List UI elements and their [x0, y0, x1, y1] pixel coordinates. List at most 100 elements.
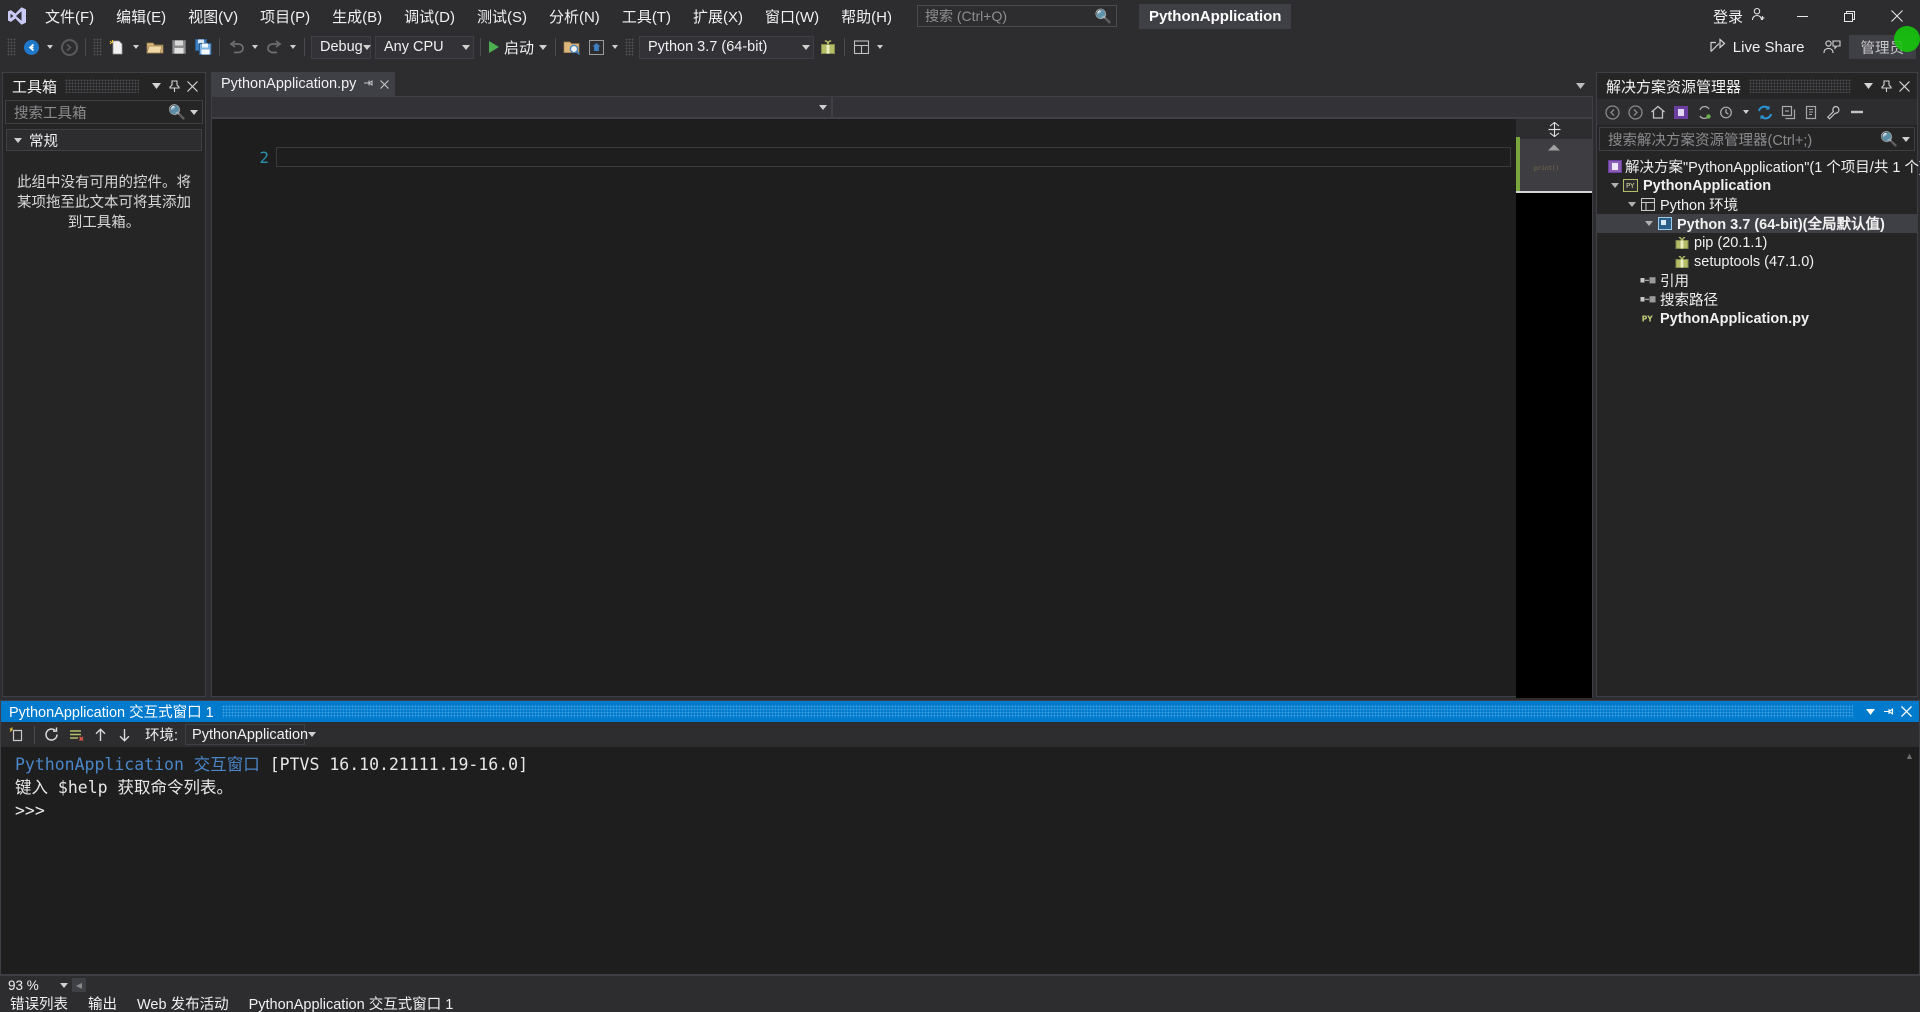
drag-handle[interactable]	[1749, 79, 1851, 93]
menu-view[interactable]: 视图(V)	[177, 0, 249, 32]
refresh-icon[interactable]	[1754, 101, 1776, 123]
clear-screen-icon[interactable]	[6, 724, 28, 745]
preview-selected-icon[interactable]	[1846, 101, 1868, 123]
menu-project[interactable]: 项目(P)	[249, 0, 321, 32]
pin-icon[interactable]	[1879, 702, 1897, 722]
status-tab-error-list[interactable]: 错误列表	[0, 994, 78, 1012]
chevron-down-icon[interactable]	[1576, 76, 1585, 93]
menu-test[interactable]: 测试(S)	[466, 0, 538, 32]
solution-explorer-search-input[interactable]: 搜索解决方案资源管理器(Ctrl+;) 🔍	[1599, 127, 1915, 151]
editor-glyph-margin[interactable]	[212, 119, 226, 696]
menu-edit[interactable]: 编辑(E)	[105, 0, 177, 32]
tree-item-python-37-interpreter[interactable]: Python 3.7 (64-bit)(全局默认值)	[1597, 214, 1917, 233]
status-tab-output[interactable]: 输出	[78, 994, 127, 1012]
menu-tools[interactable]: 工具(T)	[611, 0, 682, 32]
editor-vertical-scrollbar[interactable]: print()	[1516, 119, 1592, 698]
interactive-window-scrollbar[interactable]: ▲	[1901, 747, 1918, 973]
tree-item-python-environments[interactable]: Python 环境	[1597, 195, 1917, 214]
attach-process-icon[interactable]	[560, 35, 584, 59]
close-icon[interactable]	[380, 76, 390, 92]
solution-platform-combo[interactable]: Any CPU	[375, 35, 474, 59]
minimize-button[interactable]	[1779, 0, 1826, 32]
toolbox-group-general[interactable]: 常规	[6, 129, 202, 151]
pending-changes-icon[interactable]	[1716, 101, 1738, 123]
close-icon[interactable]	[1895, 76, 1913, 96]
code-editor[interactable]: 2 print()	[211, 118, 1593, 698]
navbar-secondary-combo[interactable]	[832, 96, 1593, 118]
undo-dropdown-icon[interactable]	[252, 45, 258, 49]
navigate-forward-icon[interactable]	[57, 35, 81, 59]
scroll-up-icon[interactable]: ▲	[1901, 747, 1918, 764]
collapse-all-icon[interactable]	[1777, 101, 1799, 123]
tree-item-solution[interactable]: 解决方案"PythonApplication"(1 个项目/共 1 个)	[1597, 157, 1920, 176]
status-tab-web-publish-activity[interactable]: Web 发布活动	[127, 994, 239, 1012]
redo-icon[interactable]	[262, 35, 286, 59]
window-layout-dropdown-icon[interactable]	[877, 45, 884, 49]
toolbar-grip-3[interactable]	[625, 38, 635, 56]
tree-expander[interactable]	[1642, 221, 1655, 226]
menu-debug[interactable]: 调试(D)	[393, 0, 466, 32]
new-file-icon[interactable]	[105, 35, 129, 59]
drag-handle[interactable]	[65, 79, 139, 93]
solution-configuration-combo[interactable]: Debug	[311, 35, 371, 59]
tree-item-setuptools-package[interactable]: setuptools (47.1.0)	[1597, 252, 1917, 271]
navigate-back-icon[interactable]	[19, 35, 43, 59]
navbar-members-combo[interactable]	[211, 96, 832, 118]
pin-icon[interactable]	[1877, 76, 1895, 96]
toolbox-search-input[interactable]: 搜索工具箱 🔍	[5, 100, 203, 124]
tree-item-search-paths[interactable]: 搜索路径	[1597, 290, 1917, 309]
environment-combo[interactable]: PythonApplication	[185, 724, 317, 745]
reset-icon[interactable]	[41, 724, 63, 745]
history-next-icon[interactable]	[113, 724, 135, 745]
redo-dropdown-icon[interactable]	[290, 45, 296, 49]
interactive-window-output[interactable]: PythonApplication 交互窗口 [PTVS 16.10.21111…	[1, 747, 1919, 974]
quick-launch-search[interactable]: 搜索 (Ctrl+Q) 🔍	[916, 5, 1117, 27]
chevron-down-icon[interactable]	[1902, 136, 1910, 142]
chevron-down-icon[interactable]	[1743, 110, 1749, 114]
status-tab-interactive-window[interactable]: PythonApplication 交互式窗口 1	[239, 994, 464, 1012]
menu-extensions[interactable]: 扩展(X)	[682, 0, 754, 32]
properties-icon[interactable]	[1823, 101, 1845, 123]
scroll-up-icon[interactable]	[1516, 139, 1592, 155]
solution-explorer-tree[interactable]: 解决方案"PythonApplication"(1 个项目/共 1 个) PY …	[1597, 153, 1920, 696]
tree-expander[interactable]	[1625, 202, 1638, 207]
menu-file[interactable]: 文件(F)	[34, 0, 105, 32]
forward-icon[interactable]	[1624, 101, 1646, 123]
minimap-thumbnail[interactable]: print()	[1516, 137, 1592, 191]
window-layout-icon[interactable]	[849, 35, 873, 59]
menu-analyze[interactable]: 分析(N)	[538, 0, 611, 32]
package-icon[interactable]	[816, 35, 840, 59]
preview-dropdown-icon[interactable]	[612, 45, 619, 49]
close-icon[interactable]	[1897, 702, 1915, 722]
live-share-button[interactable]: Live Share	[1700, 35, 1815, 59]
chevron-down-icon[interactable]	[1861, 702, 1879, 722]
history-previous-icon[interactable]	[89, 724, 111, 745]
editor-text-surface[interactable]	[274, 119, 1592, 696]
start-debug-button[interactable]: 启动	[485, 35, 551, 59]
notification-orb[interactable]	[1894, 26, 1920, 52]
save-icon[interactable]	[167, 35, 191, 59]
back-icon[interactable]	[1601, 101, 1623, 123]
menu-build[interactable]: 生成(B)	[321, 0, 393, 32]
split-view-icon[interactable]	[1516, 119, 1592, 139]
tree-expander[interactable]	[1608, 183, 1621, 188]
menu-window[interactable]: 窗口(W)	[754, 0, 830, 32]
new-file-dropdown-icon[interactable]	[133, 45, 139, 49]
tree-item-pip-package[interactable]: pip (20.1.1)	[1597, 233, 1917, 252]
chevron-down-icon[interactable]	[1859, 76, 1877, 96]
feedback-icon[interactable]	[1817, 35, 1847, 59]
tree-item-pythonapplication-project[interactable]: PY PythonApplication	[1597, 176, 1917, 195]
navigate-back-dropdown-icon[interactable]	[47, 45, 53, 49]
document-tab-pythonapplication-py[interactable]: PythonApplication.py	[211, 72, 396, 96]
close-icon[interactable]	[183, 76, 201, 96]
menu-help[interactable]: 帮助(H)	[830, 0, 903, 32]
sync-with-document-icon[interactable]	[1693, 101, 1715, 123]
toolbar-grip-2[interactable]	[93, 38, 102, 56]
toolbar-grip[interactable]	[7, 38, 16, 56]
pin-icon[interactable]	[165, 76, 183, 96]
home-icon[interactable]	[1647, 101, 1669, 123]
undo-icon[interactable]	[224, 35, 248, 59]
minimap-track[interactable]	[1516, 191, 1592, 698]
solution-icon[interactable]	[1670, 101, 1692, 123]
save-all-icon[interactable]	[191, 35, 215, 59]
